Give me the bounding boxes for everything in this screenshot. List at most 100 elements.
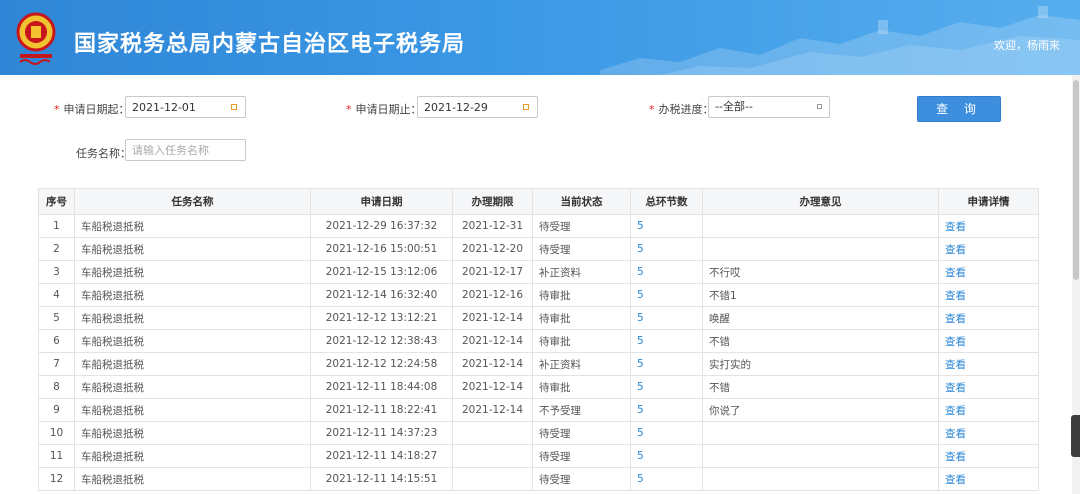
table-row: 1 车船税退抵税 2021-12-29 16:37:32 2021-12-31 待受理 5…: [38, 214, 1039, 238]
deadline-cell: 2021-12-14: [452, 306, 533, 330]
table-row: 4 车船税退抵税 2021-12-14 16:32:40 2021-12-16 待审批 5…: [38, 283, 1039, 307]
end-date-input[interactable]: [417, 96, 538, 118]
row-index: 11: [38, 444, 75, 468]
view-link[interactable]: 查看: [938, 306, 1039, 330]
end-date-label: * 申请日期止：: [346, 101, 422, 117]
progress-select[interactable]: --全部--: [708, 96, 830, 118]
start-date-label: * 申请日期起：: [54, 101, 130, 117]
task-name-input[interactable]: [125, 139, 246, 161]
header-bar: 国家税务总局内蒙古自治区电子税务局 欢迎，杨雨来: [0, 0, 1080, 75]
query-button[interactable]: 查 询: [917, 96, 1001, 122]
row-index: 1: [38, 214, 75, 238]
view-link[interactable]: 查看: [938, 375, 1039, 399]
task-name-cell: 车船税退抵税: [74, 306, 311, 330]
status-cell: 补正资料: [532, 260, 631, 284]
status-cell: 待审批: [532, 306, 631, 330]
table-row: 2 车船税退抵税 2021-12-16 15:00:51 2021-12-20 待受理 5…: [38, 237, 1039, 261]
calendar-icon[interactable]: [523, 104, 529, 110]
task-name-cell: 车船税退抵税: [74, 214, 311, 238]
row-index: 9: [38, 398, 75, 422]
view-link[interactable]: 查看: [938, 214, 1039, 238]
chevron-down-icon[interactable]: [817, 104, 822, 109]
view-link[interactable]: 查看: [938, 283, 1039, 307]
calendar-icon[interactable]: [231, 104, 237, 110]
row-index: 5: [38, 306, 75, 330]
table-row: 3 车船税退抵税 2021-12-15 13:12:06 2021-12-17 补正资料…: [38, 260, 1039, 284]
deadline-cell: 2021-12-31: [452, 214, 533, 238]
tax-emblem-icon: [16, 12, 56, 65]
deadline-cell: 2021-12-16: [452, 283, 533, 307]
table-row: 7 车船税退抵税 2021-12-12 12:24:58 2021-12-14 补正资料…: [38, 352, 1039, 376]
welcome-text[interactable]: 欢迎，杨雨来: [994, 37, 1060, 53]
row-index: 10: [38, 421, 75, 445]
status-cell: 待受理: [532, 214, 631, 238]
view-link[interactable]: 查看: [938, 444, 1039, 468]
step-count-cell: 5: [630, 352, 703, 376]
end-date-label-text: 申请日期止：: [355, 103, 422, 116]
status-cell: 不予受理: [532, 398, 631, 422]
progress-label-text: 办税进度：: [658, 103, 714, 116]
view-link[interactable]: 查看: [938, 352, 1039, 376]
required-mark: *: [346, 103, 352, 116]
table-row: 10 车船税退抵税 2021-12-11 14:37:23 待受理 5 查看: [38, 421, 1039, 445]
task-label: 任务名称：: [76, 147, 131, 160]
status-cell: 补正资料: [532, 352, 631, 376]
view-link[interactable]: 查看: [938, 329, 1039, 353]
opinion-cell: [702, 237, 939, 261]
column-header: 总环节数: [630, 188, 703, 215]
side-handle-icon[interactable]: [1071, 415, 1080, 457]
view-link[interactable]: 查看: [938, 260, 1039, 284]
deadline-cell: 2021-12-20: [452, 237, 533, 261]
step-count-cell: 5: [630, 283, 703, 307]
site-title: 国家税务总局内蒙古自治区电子税务局: [74, 32, 466, 57]
deadline-cell: 2021-12-14: [452, 352, 533, 376]
deadline-cell: 2021-12-14: [452, 329, 533, 353]
opinion-cell: 不行哎: [702, 260, 939, 284]
task-name-cell: 车船税退抵税: [74, 444, 311, 468]
task-name-cell: 车船税退抵税: [74, 260, 311, 284]
column-header: 申请日期: [310, 188, 453, 215]
view-link[interactable]: 查看: [938, 398, 1039, 422]
opinion-cell: [702, 467, 939, 491]
column-header: 办理意见: [702, 188, 939, 215]
task-name-cell: 车船税退抵税: [74, 352, 311, 376]
view-link[interactable]: 查看: [938, 421, 1039, 445]
step-count-cell: 5: [630, 421, 703, 445]
row-index: 4: [38, 283, 75, 307]
progress-label: * 办税进度：: [649, 101, 714, 117]
row-index: 3: [38, 260, 75, 284]
deadline-cell: 2021-12-17: [452, 260, 533, 284]
table-header-row: 序号 任务名称 申请日期 办理期限 当前状态 总环节数 办理意见 申请详情: [38, 188, 1039, 215]
apply-date-cell: 2021-12-11 18:44:08: [310, 375, 453, 399]
view-link[interactable]: 查看: [938, 237, 1039, 261]
step-count-cell: 5: [630, 329, 703, 353]
task-name-cell: 车船税退抵税: [74, 237, 311, 261]
column-header: 任务名称: [74, 188, 311, 215]
status-cell: 待审批: [532, 375, 631, 399]
apply-date-cell: 2021-12-16 15:00:51: [310, 237, 453, 261]
apply-date-cell: 2021-12-14 16:32:40: [310, 283, 453, 307]
row-index: 12: [38, 467, 75, 491]
table-row: 8 车船税退抵税 2021-12-11 18:44:08 2021-12-14 待审批 5…: [38, 375, 1039, 399]
apply-date-cell: 2021-12-11 14:37:23: [310, 421, 453, 445]
opinion-cell: 唤醒: [702, 306, 939, 330]
view-link[interactable]: 查看: [938, 467, 1039, 491]
table-row: 11 车船税退抵税 2021-12-11 14:18:27 待受理 5 查看: [38, 444, 1039, 468]
apply-date-cell: 2021-12-11 18:22:41: [310, 398, 453, 422]
column-header: 申请详情: [938, 188, 1039, 215]
opinion-cell: 不错: [702, 375, 939, 399]
apply-date-cell: 2021-12-15 13:12:06: [310, 260, 453, 284]
task-name-cell: 车船税退抵税: [74, 467, 311, 491]
table-row: 9 车船税退抵税 2021-12-11 18:22:41 2021-12-14 不予受理…: [38, 398, 1039, 422]
apply-date-cell: 2021-12-29 16:37:32: [310, 214, 453, 238]
step-count-cell: 5: [630, 375, 703, 399]
deadline-cell: [452, 444, 533, 468]
start-date-input[interactable]: [125, 96, 246, 118]
opinion-cell: 你说了: [702, 398, 939, 422]
table-row: 5 车船税退抵税 2021-12-12 13:12:21 2021-12-14 待审批 5…: [38, 306, 1039, 330]
opinion-cell: 不错1: [702, 283, 939, 307]
column-header: 办理期限: [452, 188, 533, 215]
opinion-cell: 实打实的: [702, 352, 939, 376]
column-header: 当前状态: [532, 188, 631, 215]
scrollbar-thumb[interactable]: [1073, 80, 1079, 280]
